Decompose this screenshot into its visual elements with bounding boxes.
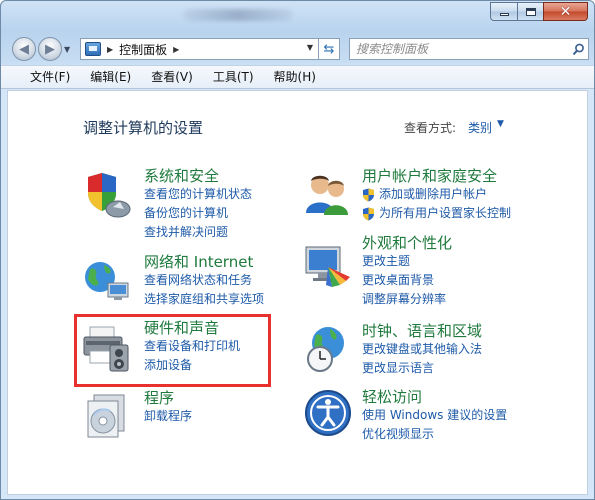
uac-shield-icon <box>363 188 374 202</box>
menu-bar: 文件(F) 编辑(E) 查看(V) 工具(T) 帮助(H) <box>1 65 594 89</box>
category-clock-language: 时钟、语言和区域 更改键盘或其他输入法 更改显示语言 <box>362 322 482 378</box>
minimize-button[interactable] <box>490 2 517 21</box>
content-pane: 调整计算机的设置 查看方式: 类别 ▼ 系统和安全 查看您的计算机状态 备份您的… <box>7 90 588 495</box>
search-input[interactable] <box>350 42 568 56</box>
view-by-label: 查看方式: <box>404 121 457 135</box>
category-appearance: 外观和个性化 更改主题 更改桌面背景 调整屏幕分辨率 <box>362 234 452 309</box>
close-icon: ✕ <box>559 3 572 20</box>
category-programs: 程序 卸载程序 <box>144 389 192 426</box>
link-backup-computer[interactable]: 备份您的计算机 <box>144 204 252 223</box>
category-title-system-security[interactable]: 系统和安全 <box>144 167 252 185</box>
globe-network-icon[interactable] <box>80 255 132 307</box>
blurred-title <box>183 9 293 21</box>
ease-of-access-icon[interactable] <box>302 387 354 439</box>
navigation-bar: ◀ ▶ ▼ ▶ 控制面板 ▶ ▼ ⇆ <box>1 33 594 63</box>
shield-pc-icon[interactable] <box>80 169 132 221</box>
link-change-background[interactable]: 更改桌面背景 <box>362 271 452 290</box>
category-title-ease-of-access[interactable]: 轻松访问 <box>362 388 507 406</box>
link-change-input-method[interactable]: 更改键盘或其他输入法 <box>362 340 482 359</box>
forward-arrow-icon: ▶ <box>45 41 55 57</box>
breadcrumb-chevron-icon[interactable]: ▶ <box>107 45 113 54</box>
link-add-remove-accounts[interactable]: 添加或删除用户帐户 <box>362 185 511 204</box>
view-by-dropdown[interactable]: 类别 <box>468 119 492 136</box>
menu-view[interactable]: 查看(V) <box>141 65 203 89</box>
back-arrow-icon: ◀ <box>19 41 29 57</box>
category-ease-of-access: 轻松访问 使用 Windows 建议的设置 优化视频显示 <box>362 388 507 444</box>
link-uninstall-program[interactable]: 卸载程序 <box>144 407 192 426</box>
maximize-button[interactable] <box>517 2 543 21</box>
link-screen-resolution[interactable]: 调整屏幕分辨率 <box>362 290 452 309</box>
title-bar[interactable]: ✕ <box>1 1 594 31</box>
window: ✕ ◀ ▶ ▼ ▶ 控制面板 ▶ ▼ ⇆ 文件(F) 编辑(E) 查看(V) 工… <box>0 0 595 500</box>
address-dropdown-icon[interactable]: ▼ <box>307 43 313 52</box>
link-optimize-display[interactable]: 优化视频显示 <box>362 425 507 444</box>
menu-edit[interactable]: 编辑(E) <box>80 65 141 89</box>
link-add-remove-accounts-label: 添加或删除用户帐户 <box>379 187 488 201</box>
programs-disc-icon[interactable] <box>80 389 132 441</box>
link-change-display-language[interactable]: 更改显示语言 <box>362 359 482 378</box>
forward-button[interactable]: ▶ <box>38 37 62 61</box>
maximize-icon <box>525 7 536 16</box>
link-parental-controls[interactable]: 为所有用户设置家长控制 <box>362 204 511 223</box>
search-icon[interactable] <box>568 39 588 59</box>
breadcrumb-chevron-icon[interactable]: ▶ <box>173 45 179 54</box>
menu-tools[interactable]: 工具(T) <box>203 65 264 89</box>
link-network-status[interactable]: 查看网络状态和任务 <box>144 271 264 290</box>
back-button[interactable]: ◀ <box>12 37 36 61</box>
search-box[interactable] <box>349 38 589 60</box>
link-homegroup-sharing[interactable]: 选择家庭组和共享选项 <box>144 290 264 309</box>
category-title-programs[interactable]: 程序 <box>144 389 192 407</box>
link-troubleshoot[interactable]: 查找并解决问题 <box>144 223 252 242</box>
category-title-clock-language[interactable]: 时钟、语言和区域 <box>362 322 482 340</box>
address-bar[interactable]: ▶ 控制面板 ▶ ▼ <box>80 38 340 60</box>
refresh-icon: ⇆ <box>323 41 335 57</box>
globe-clock-icon[interactable] <box>302 323 354 375</box>
category-system-security: 系统和安全 查看您的计算机状态 备份您的计算机 查找并解决问题 <box>144 167 252 242</box>
highlight-box <box>74 314 271 387</box>
chevron-down-icon[interactable]: ▼ <box>497 119 504 129</box>
category-title-appearance[interactable]: 外观和个性化 <box>362 234 452 252</box>
category-network: 网络和 Internet 查看网络状态和任务 选择家庭组和共享选项 <box>144 253 264 309</box>
link-parental-controls-label: 为所有用户设置家长控制 <box>379 206 512 220</box>
control-panel-icon <box>85 42 101 56</box>
category-user-accounts: 用户帐户和家庭安全 添加或删除用户帐户 为所有用户设置家长控制 <box>362 167 511 223</box>
link-recommended-settings[interactable]: 使用 Windows 建议的设置 <box>362 406 507 425</box>
category-title-network[interactable]: 网络和 Internet <box>144 253 264 271</box>
link-view-computer-status[interactable]: 查看您的计算机状态 <box>144 185 252 204</box>
refresh-button[interactable]: ⇆ <box>318 38 340 60</box>
breadcrumb-control-panel[interactable]: 控制面板 <box>119 41 167 58</box>
menu-file[interactable]: 文件(F) <box>21 65 80 89</box>
category-title-user-accounts[interactable]: 用户帐户和家庭安全 <box>362 167 511 185</box>
link-change-theme[interactable]: 更改主题 <box>362 252 452 271</box>
close-button[interactable]: ✕ <box>543 2 588 21</box>
recent-pages-dropdown[interactable]: ▼ <box>64 45 70 54</box>
users-icon[interactable] <box>302 169 354 221</box>
monitor-palette-icon[interactable] <box>302 241 354 293</box>
menu-help[interactable]: 帮助(H) <box>264 65 326 89</box>
page-title: 调整计算机的设置 <box>83 119 204 137</box>
minimize-icon <box>499 13 509 16</box>
caption-buttons: ✕ <box>490 2 588 21</box>
uac-shield-icon <box>363 207 374 221</box>
